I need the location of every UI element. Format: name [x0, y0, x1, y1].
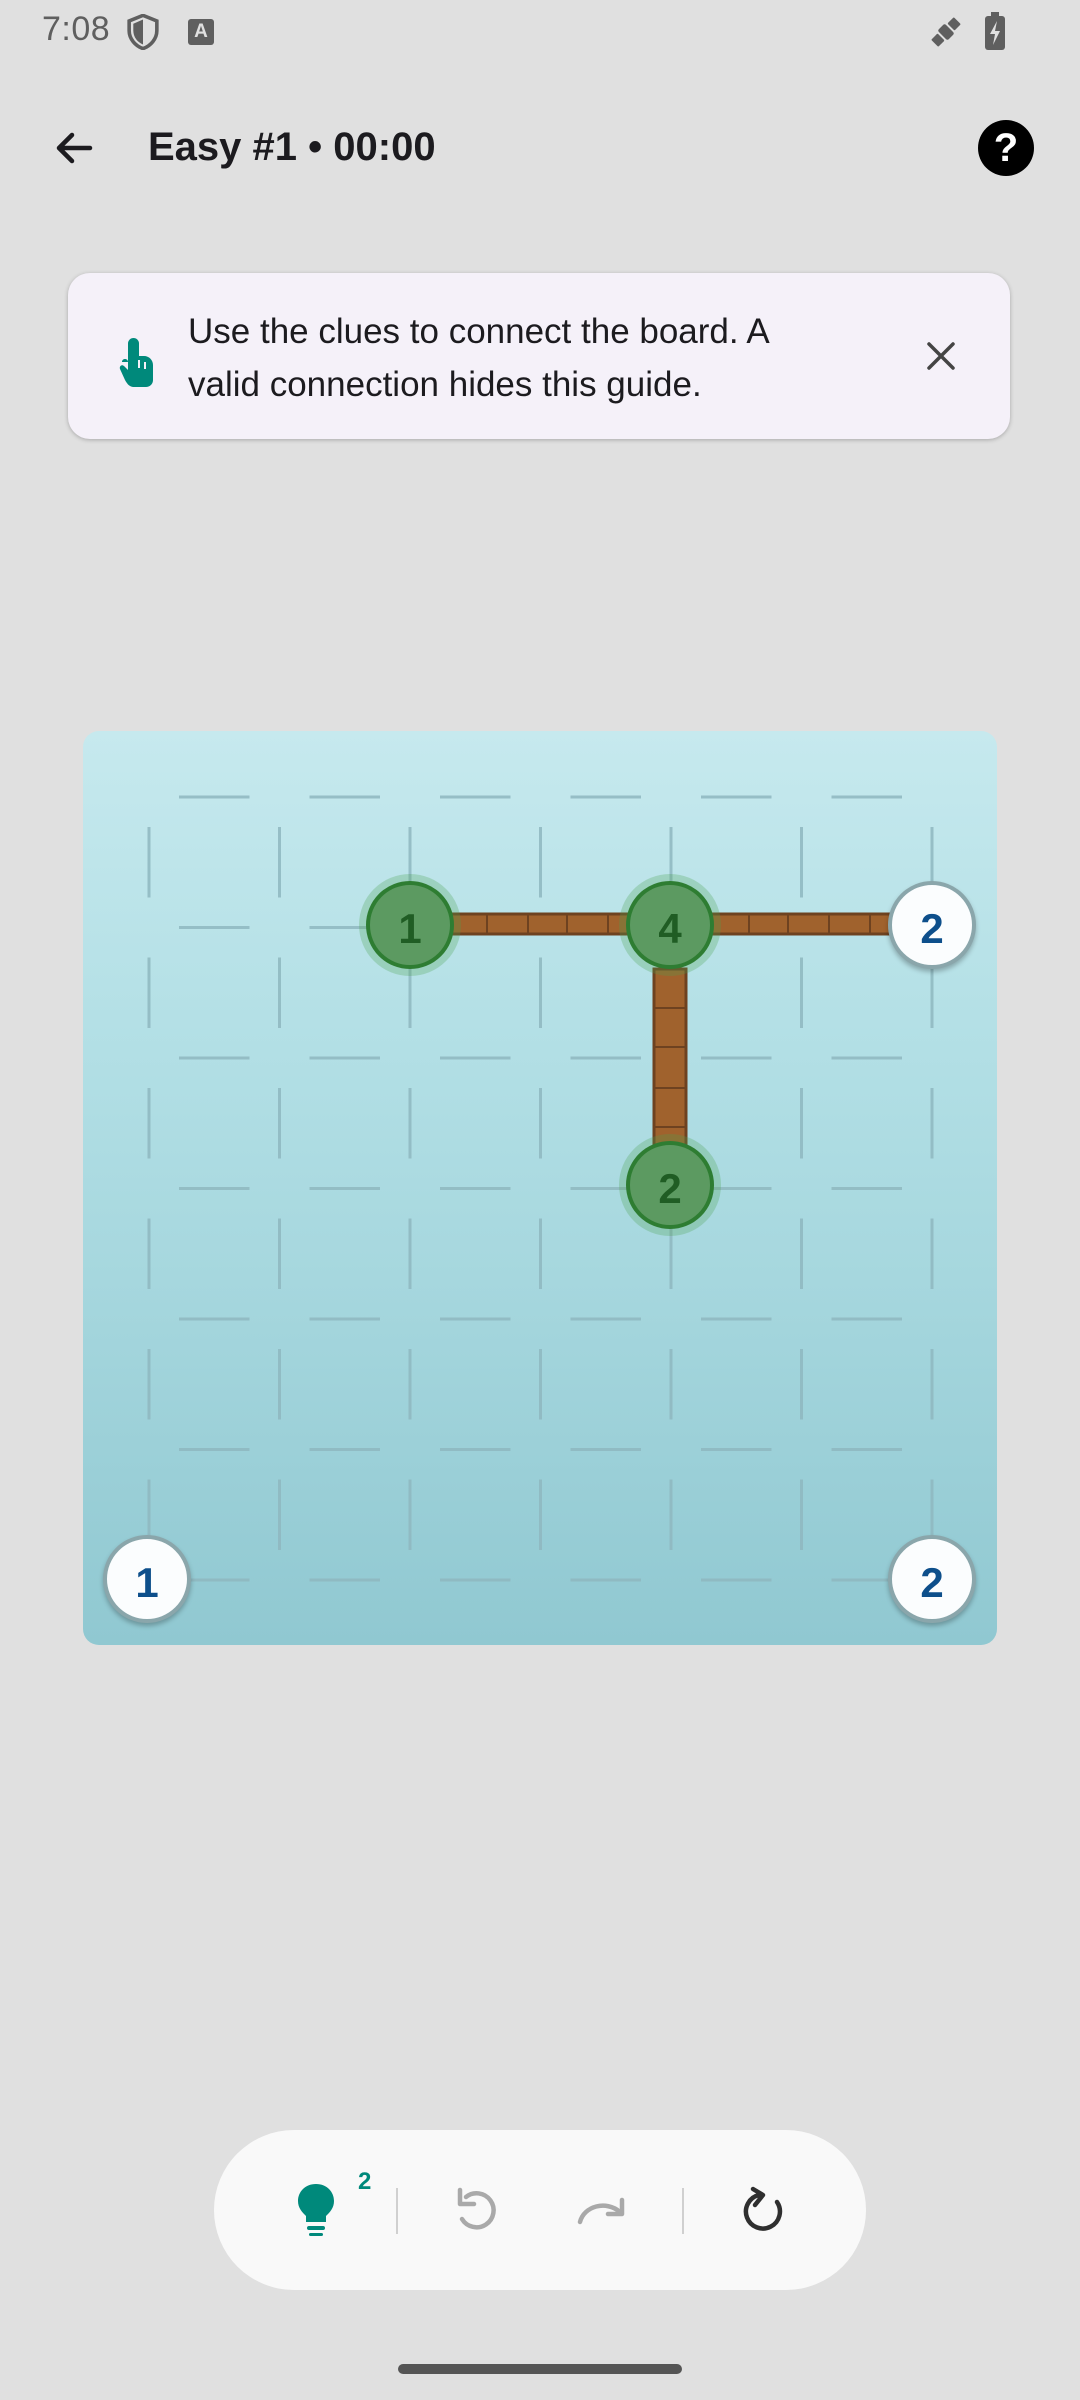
- reset-button[interactable]: [718, 2164, 810, 2256]
- guide-text: Use the clues to connect the board. A va…: [188, 312, 768, 404]
- lightbulb-icon: [298, 2184, 334, 2236]
- page-title: Easy #1 • 00:00: [148, 125, 436, 169]
- reset-icon: [743, 2186, 783, 2231]
- redo-icon: [577, 2197, 625, 2225]
- home-indicator[interactable]: [398, 2364, 682, 2374]
- satellite-icon: [931, 17, 961, 47]
- clue-node[interactable]: 1: [103, 1535, 191, 1623]
- hint-button[interactable]: [270, 2164, 362, 2256]
- status-bar: 7:08 A: [0, 0, 1080, 62]
- back-button[interactable]: [38, 112, 110, 184]
- redo-button[interactable]: [556, 2164, 648, 2256]
- undo-icon: [457, 2187, 496, 2230]
- hint-count-badge: 2: [358, 2168, 372, 2195]
- help-button[interactable]: ?: [978, 120, 1034, 176]
- clue-node[interactable]: 2: [888, 1535, 976, 1623]
- status-time: 7:08: [42, 10, 111, 48]
- clue-node[interactable]: 4: [626, 881, 714, 969]
- shield-icon: [127, 14, 159, 50]
- game-board[interactable]: 1 4 2 2 1 2: [83, 731, 997, 1645]
- bottom-toolbar: 2: [214, 2130, 866, 2290]
- guide-card: Use the clues to connect the board. A va…: [68, 273, 1010, 439]
- toolbar-divider: [396, 2188, 398, 2234]
- close-guide-button[interactable]: [914, 329, 968, 383]
- battery-charging-icon: [985, 12, 1005, 50]
- touch-icon: [119, 338, 153, 387]
- undo-button[interactable]: [430, 2164, 522, 2256]
- close-icon: [927, 342, 955, 370]
- arrow-back-icon: [56, 132, 93, 164]
- clue-node[interactable]: 2: [626, 1141, 714, 1229]
- board-grid: [147, 795, 953, 1582]
- accessibility-badge-icon: A: [188, 19, 214, 45]
- clue-node[interactable]: 2: [888, 881, 976, 969]
- clue-node[interactable]: 1: [366, 881, 454, 969]
- toolbar-divider: [682, 2188, 684, 2234]
